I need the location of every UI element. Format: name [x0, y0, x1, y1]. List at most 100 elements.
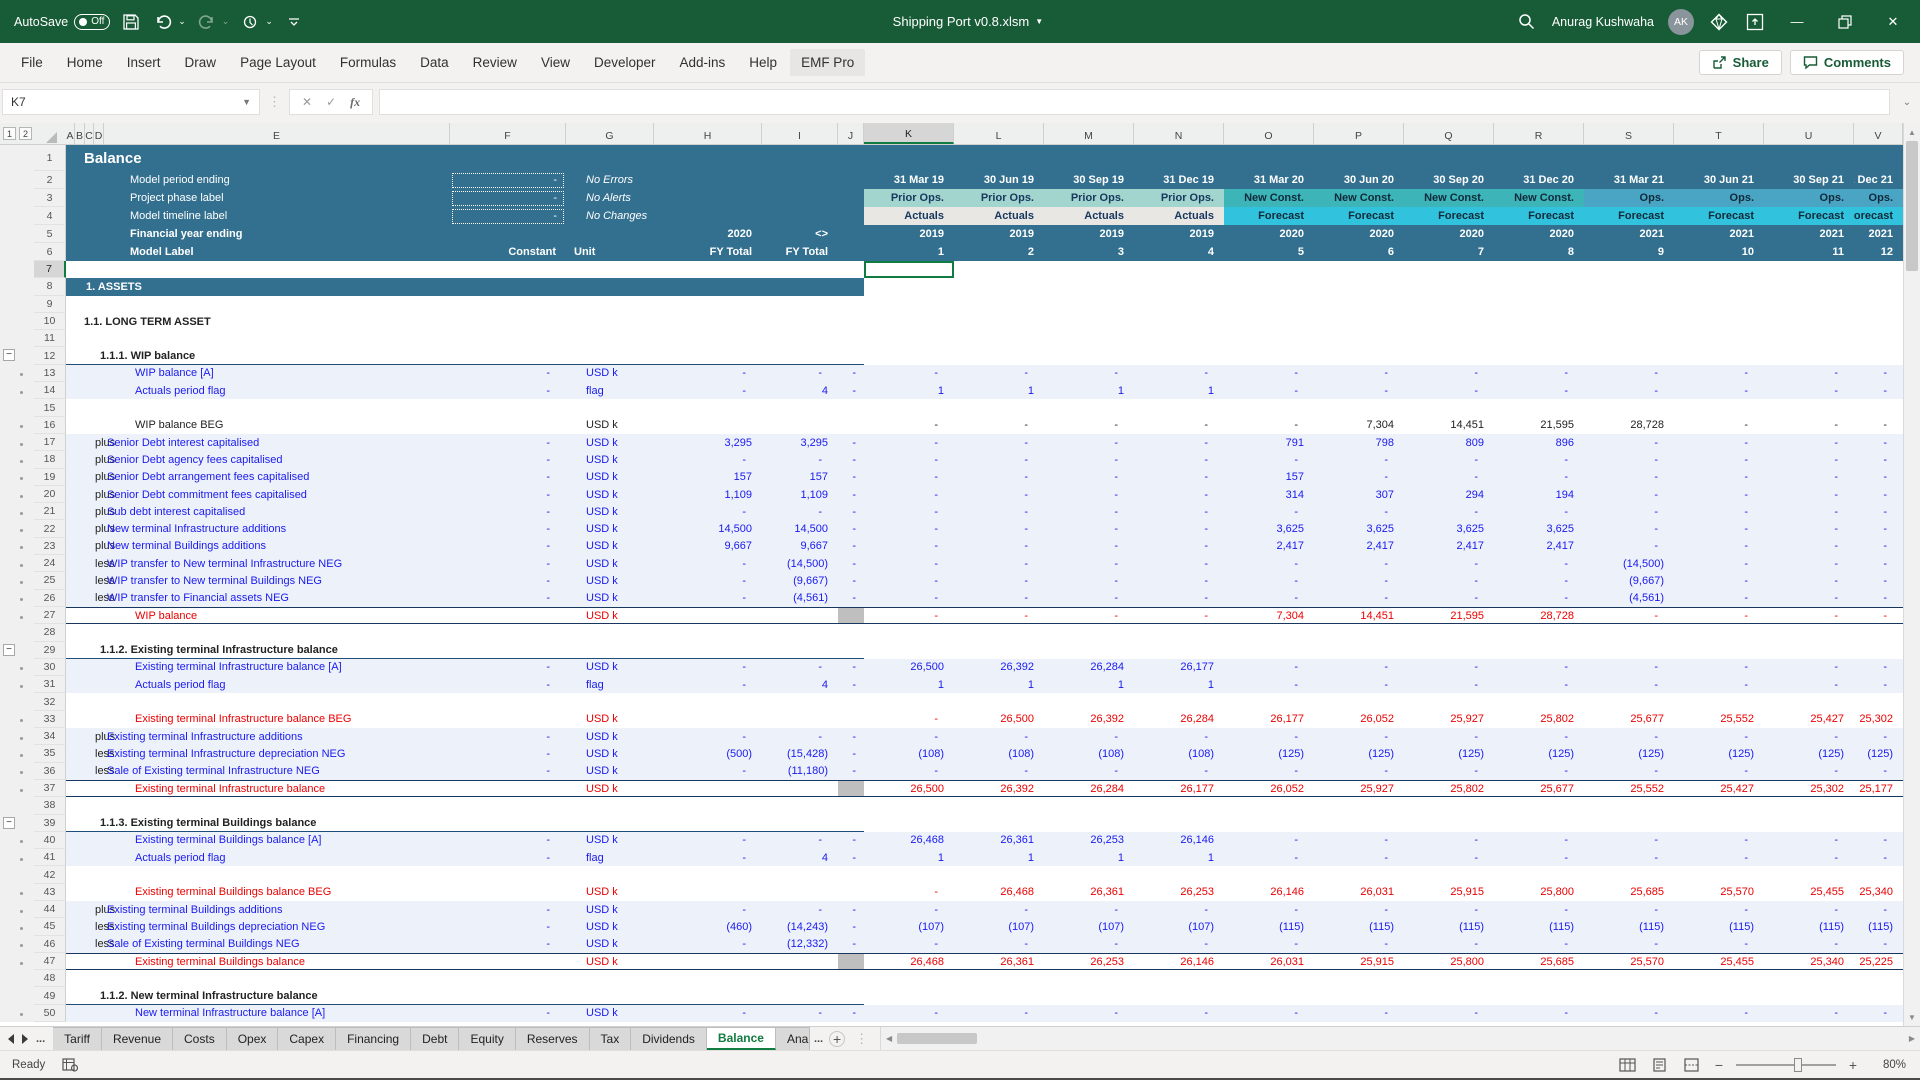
data-cell[interactable]: 26,253 — [1044, 954, 1134, 969]
data-cell[interactable]: - — [864, 711, 954, 728]
data-cell[interactable]: - — [1854, 728, 1903, 745]
data-cell[interactable] — [1494, 261, 1584, 278]
data-cell[interactable]: - — [864, 763, 954, 780]
fy-total-header[interactable]: FY Total — [762, 243, 838, 261]
data-cell[interactable] — [1134, 399, 1224, 416]
data-cell[interactable]: - — [1314, 832, 1404, 849]
data-cell[interactable]: - — [1224, 555, 1314, 572]
sheet-tab-opex[interactable]: Opex — [227, 1027, 279, 1050]
data-cell[interactable] — [1314, 970, 1404, 987]
data-cell[interactable] — [864, 624, 954, 641]
data-cell[interactable] — [1404, 797, 1494, 814]
constant-cell[interactable]: - — [450, 486, 566, 503]
autosave-pill[interactable]: Off — [74, 14, 110, 30]
data-cell[interactable] — [1674, 970, 1764, 987]
data-cell[interactable] — [1854, 693, 1903, 710]
cell[interactable] — [838, 225, 864, 243]
data-cell[interactable]: - — [1134, 417, 1224, 434]
period-phases-cell[interactable]: Ops. — [1854, 189, 1903, 207]
data-cell[interactable]: - — [1224, 503, 1314, 520]
ribbon-display-options-icon[interactable] — [1744, 11, 1766, 33]
data-cell[interactable]: 26,253 — [1044, 832, 1134, 849]
data-cell[interactable] — [1044, 347, 1134, 364]
data-cell[interactable]: - — [1134, 590, 1224, 607]
data-cell[interactable]: 25,685 — [1494, 954, 1584, 969]
column-header-L[interactable]: L — [954, 123, 1044, 144]
period-types-cell[interactable]: Actuals — [954, 207, 1044, 225]
data-cell[interactable] — [1404, 261, 1494, 278]
data-cell[interactable] — [1764, 330, 1854, 347]
row-header-47[interactable]: 47 — [34, 953, 66, 970]
data-cell[interactable]: - — [1584, 365, 1674, 382]
unit-cell[interactable]: flag — [566, 382, 654, 399]
period-types-cell[interactable]: Forecast — [1404, 207, 1494, 225]
row-header-6[interactable]: 6 — [34, 243, 66, 261]
row-label[interactable]: Actuals period flag — [66, 382, 450, 399]
data-cell[interactable]: 25,800 — [1404, 954, 1494, 969]
data-cell[interactable]: - — [1134, 763, 1224, 780]
row-label[interactable]: lessWIP transfer to Financial assets NEG — [66, 590, 450, 607]
data-cell[interactable]: - — [1854, 676, 1903, 693]
row-header-17[interactable]: 17 — [34, 434, 66, 451]
data-cell[interactable]: - — [1584, 538, 1674, 555]
fy-total-cell[interactable]: (4,561) — [762, 590, 838, 607]
data-cell[interactable]: - — [1674, 849, 1764, 866]
column-header-U[interactable]: U — [1764, 123, 1854, 144]
data-cell[interactable]: 1 — [864, 676, 954, 693]
data-cell[interactable]: - — [864, 1005, 954, 1022]
fy-total-cell[interactable]: 3,295 — [762, 434, 838, 451]
data-cell[interactable]: - — [1674, 728, 1764, 745]
data-cell[interactable]: - — [1044, 520, 1134, 537]
data-cell[interactable]: - — [1314, 676, 1404, 693]
period-phases-cell[interactable]: New Const. — [1224, 189, 1314, 207]
constant-cell[interactable]: - — [450, 832, 566, 849]
period-year-cell[interactable]: 2019 — [954, 225, 1044, 243]
constant-cell[interactable]: - — [450, 659, 566, 676]
fy-total-cell[interactable]: (12,332) — [762, 936, 838, 953]
label-cell[interactable] — [66, 296, 864, 313]
data-cell[interactable] — [1674, 624, 1764, 641]
data-cell[interactable]: - — [864, 572, 954, 589]
data-cell[interactable]: 25,427 — [1674, 781, 1764, 796]
check-cell[interactable] — [838, 884, 864, 901]
data-cell[interactable] — [1314, 624, 1404, 641]
data-cell[interactable]: 25,685 — [1584, 884, 1674, 901]
zoom-percentage[interactable]: 80% — [1870, 1059, 1906, 1071]
check-cell[interactable] — [838, 781, 864, 796]
fy-total-cell[interactable]: - — [654, 728, 762, 745]
data-cell[interactable] — [1134, 296, 1224, 313]
label-cell[interactable] — [66, 261, 864, 278]
data-cell[interactable] — [1134, 866, 1224, 883]
data-cell[interactable]: - — [954, 486, 1044, 503]
data-cell[interactable]: 3,625 — [1494, 520, 1584, 537]
data-cell[interactable]: 26,361 — [1044, 884, 1134, 901]
data-cell[interactable]: - — [1854, 503, 1903, 520]
header-input-cell[interactable]: - — [450, 171, 566, 189]
row-header-21[interactable]: 21 — [34, 503, 66, 520]
data-cell[interactable] — [1044, 261, 1134, 278]
data-cell[interactable] — [1674, 296, 1764, 313]
data-cell[interactable]: - — [1494, 659, 1584, 676]
data-cell[interactable]: 26,146 — [1134, 832, 1224, 849]
data-cell[interactable]: - — [1764, 503, 1854, 520]
row-label[interactable]: Existing terminal Infrastructure balance… — [66, 711, 450, 728]
vscroll-track[interactable] — [1904, 271, 1920, 1008]
data-cell[interactable]: - — [1044, 608, 1134, 623]
period-label-cell[interactable]: 11 — [1764, 243, 1854, 261]
data-cell[interactable]: - — [1134, 608, 1224, 623]
period-dates-cell[interactable]: 31 Dec 21 — [1854, 171, 1903, 189]
data-cell[interactable]: 1 — [864, 382, 954, 399]
next-sheet-icon[interactable] — [22, 1034, 28, 1044]
row-header-26[interactable]: 26 — [34, 590, 66, 607]
data-cell[interactable]: - — [1494, 365, 1584, 382]
data-cell[interactable] — [1584, 693, 1674, 710]
coach-diamond-icon[interactable] — [1708, 11, 1730, 33]
data-cell[interactable] — [1854, 815, 1903, 832]
data-cell[interactable]: - — [1404, 936, 1494, 953]
data-cell[interactable]: - — [1404, 763, 1494, 780]
data-cell[interactable]: - — [864, 451, 954, 468]
data-cell[interactable]: - — [1044, 365, 1134, 382]
constant-cell[interactable]: - — [450, 728, 566, 745]
unit-cell[interactable]: USD k — [566, 503, 654, 520]
row-header-41[interactable]: 41 — [34, 849, 66, 866]
